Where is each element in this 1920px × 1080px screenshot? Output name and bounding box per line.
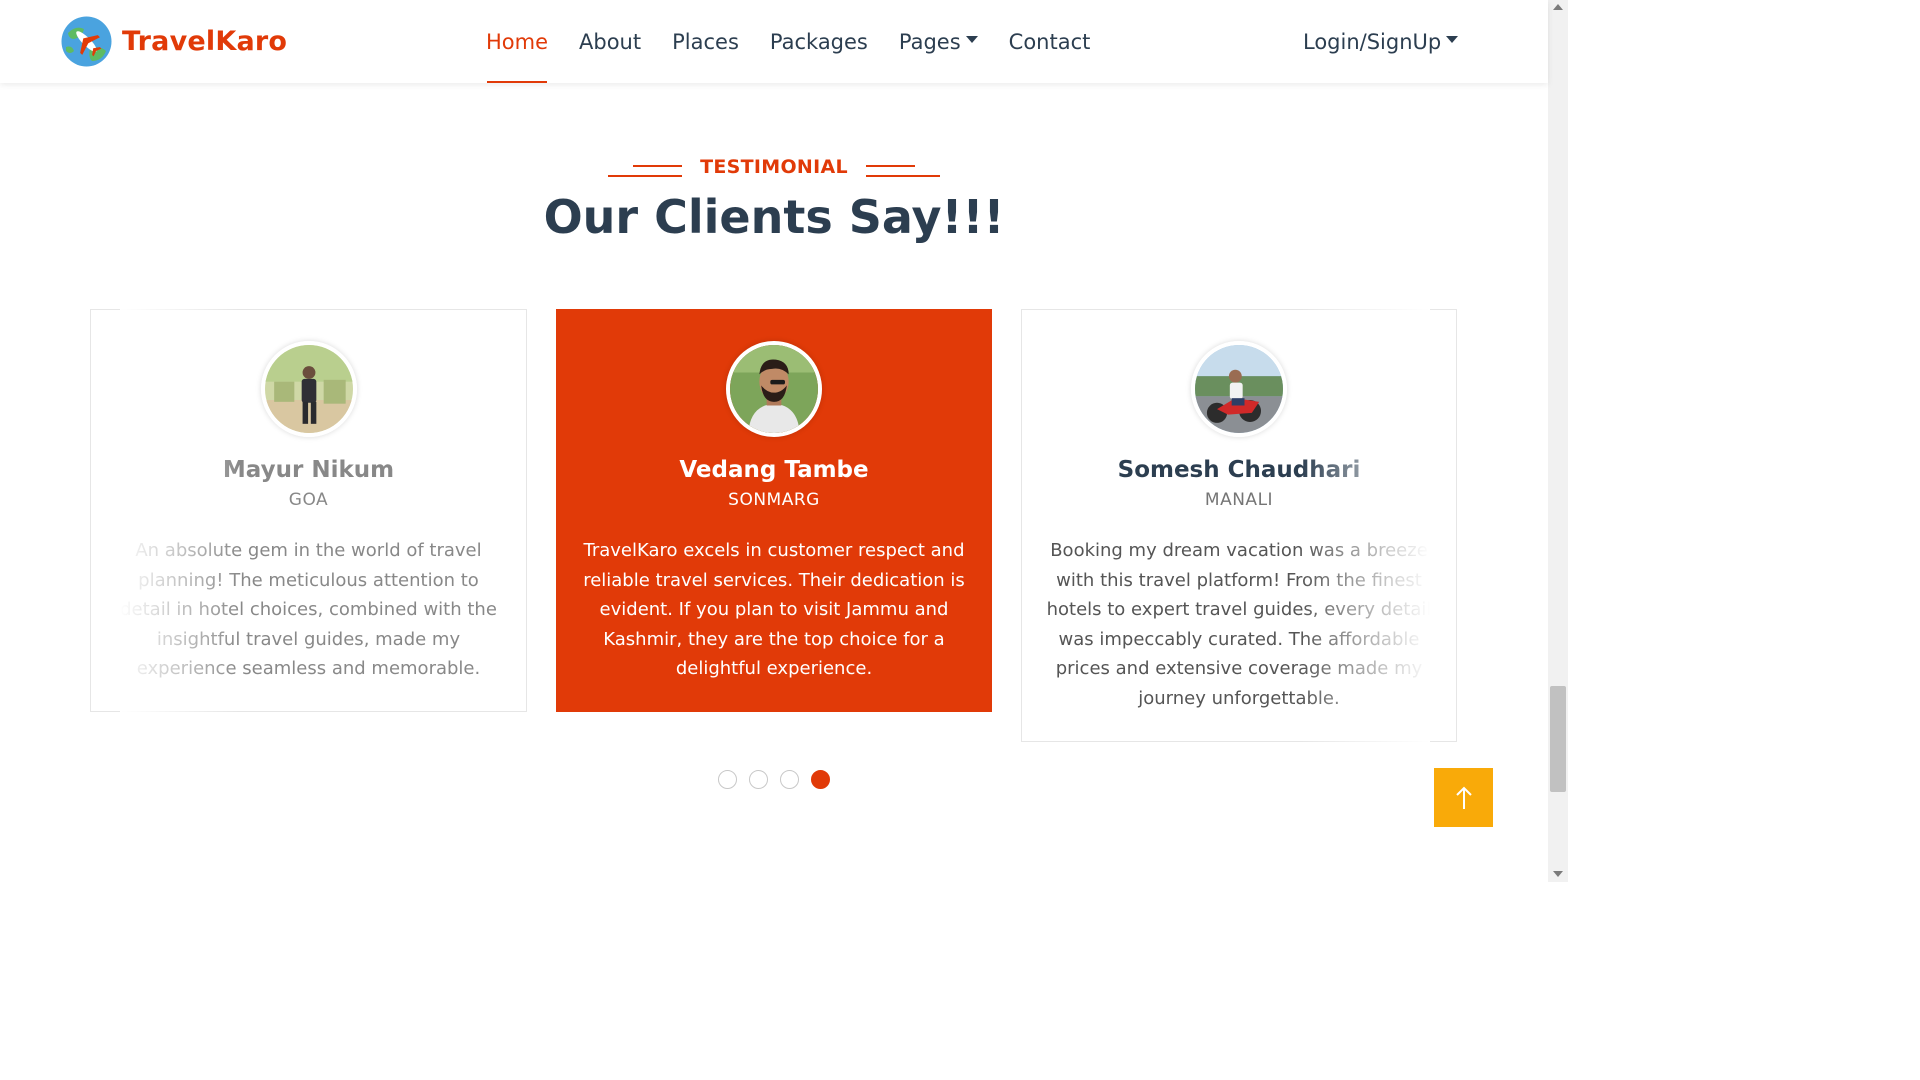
caret-down-icon [965, 36, 978, 43]
tag-decor-right [865, 160, 940, 177]
navbar: TravelKaro Home About Places Packages Pa… [0, 0, 1548, 83]
nav-pages-dropdown[interactable]: Pages [899, 0, 978, 83]
globe-airplane-icon [61, 16, 112, 67]
section-tag: TESTIMONIAL [0, 156, 1548, 178]
brand-logo-link[interactable]: TravelKaro [60, 15, 287, 68]
carousel-dot-2[interactable] [749, 770, 768, 789]
tag-decor-left [608, 160, 683, 177]
main-nav: Home About Places Packages Pages Contact [486, 0, 1121, 83]
login-signup-label: Login/SignUp [1303, 29, 1442, 54]
testimonial-name: Mayur Nikum [222, 457, 395, 483]
testimonial-place: SONMARG [728, 490, 820, 510]
avatar [726, 341, 822, 437]
avatar [1191, 341, 1287, 437]
scroll-up-arrow-icon[interactable] [1553, 4, 1563, 10]
section-title: Our Clients Say!!! [543, 190, 1005, 244]
nav-places[interactable]: Places [672, 0, 739, 83]
testimonial-text: TravelKaro excels in customer respect an… [583, 540, 965, 679]
nav-about[interactable]: About [579, 0, 641, 83]
login-signup-dropdown[interactable]: Login/SignUp [1303, 0, 1459, 83]
testimonial-name: Vedang Tambe [679, 457, 869, 483]
testimonial-card: Somesh Chaudhari MANALI Booking my dream… [1021, 309, 1457, 742]
nav-pages-label: Pages [898, 29, 961, 54]
page-scrollbar[interactable] [1548, 0, 1568, 882]
testimonial-place: MANALI [1204, 490, 1274, 510]
testimonial-name: Somesh Chaudhari [1117, 457, 1361, 483]
nav-contact[interactable]: Contact [1009, 0, 1091, 83]
nav-home[interactable]: Home [486, 0, 548, 83]
back-to-top-button[interactable] [1434, 768, 1493, 827]
caret-down-icon [1446, 36, 1459, 43]
avatar [260, 341, 357, 437]
carousel-dot-4[interactable] [811, 770, 830, 789]
testimonial-place: GOA [288, 490, 329, 510]
nav-packages[interactable]: Packages [770, 0, 868, 83]
scroll-down-arrow-icon[interactable] [1553, 871, 1563, 877]
carousel-dot-3[interactable] [780, 770, 799, 789]
arrow-up-icon [1455, 786, 1472, 809]
testimonial-text: An absolute gem in the world of travel p… [120, 540, 497, 679]
testimonial-text: Booking my dream vacation was a breeze w… [1046, 540, 1432, 709]
carousel-dot-1[interactable] [718, 770, 737, 789]
carousel-dots [718, 770, 842, 789]
testimonial-card-active: Vedang Tambe SONMARG TravelKaro excels i… [556, 309, 992, 712]
testimonial-card: Mayur Nikum GOA An absolute gem in the w… [90, 309, 527, 712]
scrollbar-thumb[interactable] [1550, 686, 1566, 792]
section-tag-label: TESTIMONIAL [700, 156, 848, 178]
brand-name: TravelKaro [122, 26, 288, 57]
